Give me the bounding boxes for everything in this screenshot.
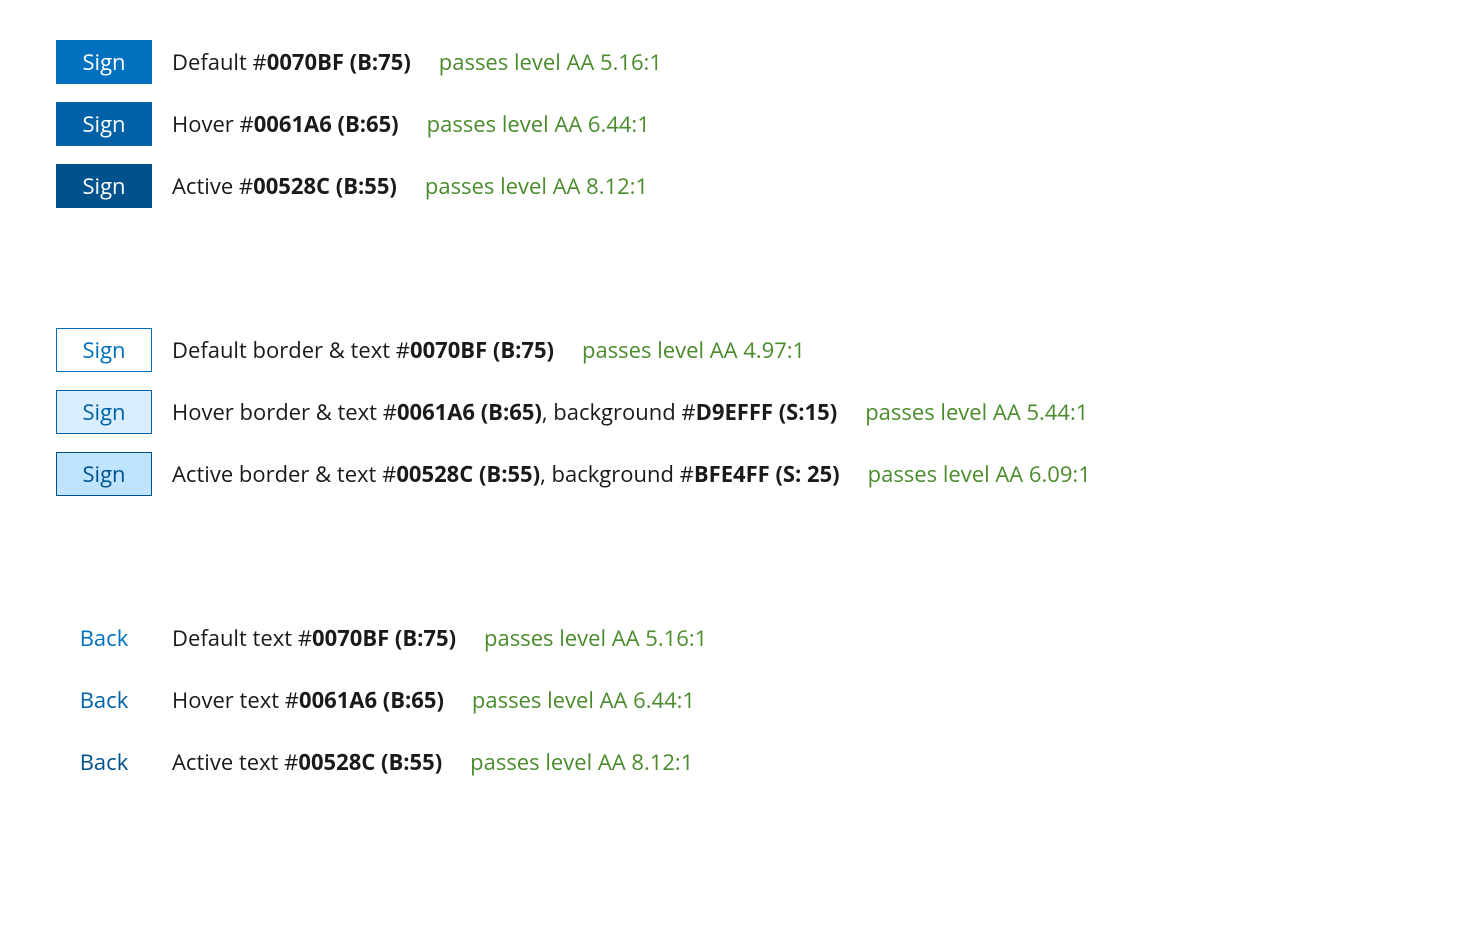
sign-button-outline-default[interactable]: Sign [56,328,152,372]
outline-active-row: Sign Active border & text #00528C (B:55)… [56,452,1426,496]
outline-hover-desc: Hover border & text #0061A6 (B:65), back… [172,397,837,427]
sign-button-outline-active[interactable]: Sign [56,452,152,496]
outline-default-pass: passes level AA 4.97:1 [582,335,805,365]
solid-default-row: Sign Default #0070BF (B:75) passes level… [56,40,1426,84]
outline-default-desc: Default border & text #0070BF (B:75) [172,335,554,365]
text-hover-pass: passes level AA 6.44:1 [472,685,695,715]
outline-default-row: Sign Default border & text #0070BF (B:75… [56,328,1426,372]
text-active-pass: passes level AA 8.12:1 [470,747,693,777]
sign-button-solid-default[interactable]: Sign [56,40,152,84]
text-active-desc: Active text #00528C (B:55) [172,747,442,777]
sign-button-solid-active[interactable]: Sign [56,164,152,208]
solid-active-desc: Active #00528C (B:55) [172,171,397,201]
sign-button-solid-hover[interactable]: Sign [56,102,152,146]
solid-hover-desc: Hover #0061A6 (B:65) [172,109,399,139]
back-button-text-active[interactable]: Back [56,740,152,784]
back-button-text-hover[interactable]: Back [56,678,152,722]
solid-button-group: Sign Default #0070BF (B:75) passes level… [56,40,1426,208]
text-active-row: Back Active text #00528C (B:55) passes l… [56,740,1426,784]
outline-active-pass: passes level AA 6.09:1 [868,459,1091,489]
solid-hover-pass: passes level AA 6.44:1 [427,109,650,139]
solid-default-pass: passes level AA 5.16:1 [439,47,662,77]
outline-active-desc: Active border & text #00528C (B:55), bac… [172,459,840,489]
solid-hover-row: Sign Hover #0061A6 (B:65) passes level A… [56,102,1426,146]
text-default-pass: passes level AA 5.16:1 [484,623,707,653]
outline-hover-pass: passes level AA 5.44:1 [865,397,1088,427]
sign-button-outline-hover[interactable]: Sign [56,390,152,434]
text-default-row: Back Default text #0070BF (B:75) passes … [56,616,1426,660]
solid-active-pass: passes level AA 8.12:1 [425,171,648,201]
outline-hover-row: Sign Hover border & text #0061A6 (B:65),… [56,390,1426,434]
text-hover-desc: Hover text #0061A6 (B:65) [172,685,444,715]
text-hover-row: Back Hover text #0061A6 (B:65) passes le… [56,678,1426,722]
solid-default-desc: Default #0070BF (B:75) [172,47,411,77]
text-button-group: Back Default text #0070BF (B:75) passes … [56,616,1426,784]
text-default-desc: Default text #0070BF (B:75) [172,623,456,653]
outline-button-group: Sign Default border & text #0070BF (B:75… [56,328,1426,496]
solid-active-row: Sign Active #00528C (B:55) passes level … [56,164,1426,208]
back-button-text-default[interactable]: Back [56,616,152,660]
